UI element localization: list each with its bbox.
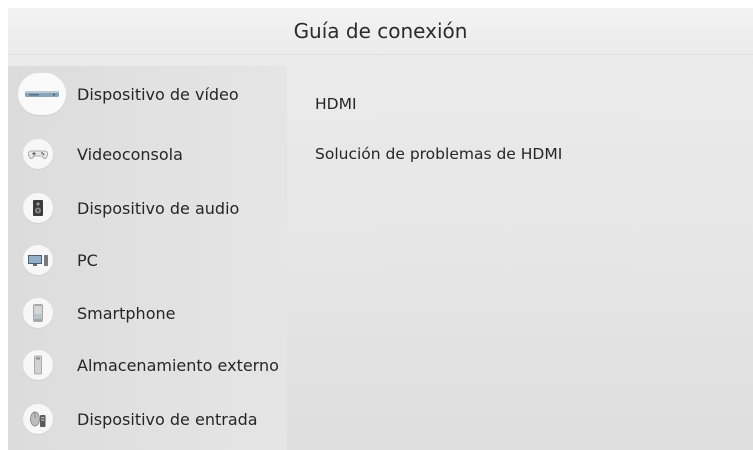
page-title: Guía de conexión	[293, 19, 468, 43]
sidebar-item-smartphone[interactable]: Smartphone	[8, 288, 287, 338]
sidebar-item-input-device[interactable]: Dispositivo de entrada	[8, 394, 287, 444]
speaker-icon	[23, 193, 53, 223]
sidebar-item-label: Dispositivo de entrada	[77, 409, 258, 429]
sidebar-item-label: Dispositivo de audio	[77, 198, 240, 218]
option-hdmi[interactable]: HDMI	[315, 95, 357, 113]
option-hdmi-troubleshooting[interactable]: Solución de problemas de HDMI	[315, 145, 562, 163]
sidebar-item-label: PC	[77, 250, 98, 270]
gamepad-icon	[23, 139, 53, 169]
title-bar: Guía de conexión	[8, 8, 753, 55]
sidebar-item-audio-device[interactable]: Dispositivo de audio	[8, 183, 287, 233]
sidebar-item-label: Almacenamiento externo	[77, 355, 279, 375]
sidebar-item-video-device[interactable]: Dispositivo de vídeo	[8, 69, 287, 119]
device-category-sidebar: Dispositivo de vídeo Videoconsola Dispos…	[8, 66, 287, 450]
connection-guide-screen: Guía de conexión Dispositivo de vídeo Vi…	[8, 8, 753, 450]
connection-options-panel: HDMI Solución de problemas de HDMI	[287, 66, 753, 450]
pc-icon	[23, 245, 53, 275]
smartphone-icon	[23, 298, 53, 328]
sidebar-item-label: Videoconsola	[77, 144, 183, 164]
sidebar-item-external-storage[interactable]: Almacenamiento externo	[8, 340, 287, 390]
video-player-icon	[18, 73, 66, 115]
sidebar-item-label: Dispositivo de vídeo	[77, 84, 239, 104]
input-device-icon	[23, 404, 53, 434]
sidebar-item-label: Smartphone	[77, 303, 176, 323]
external-storage-icon	[23, 350, 53, 380]
sidebar-item-game-console[interactable]: Videoconsola	[8, 129, 287, 179]
sidebar-item-pc[interactable]: PC	[8, 235, 287, 285]
